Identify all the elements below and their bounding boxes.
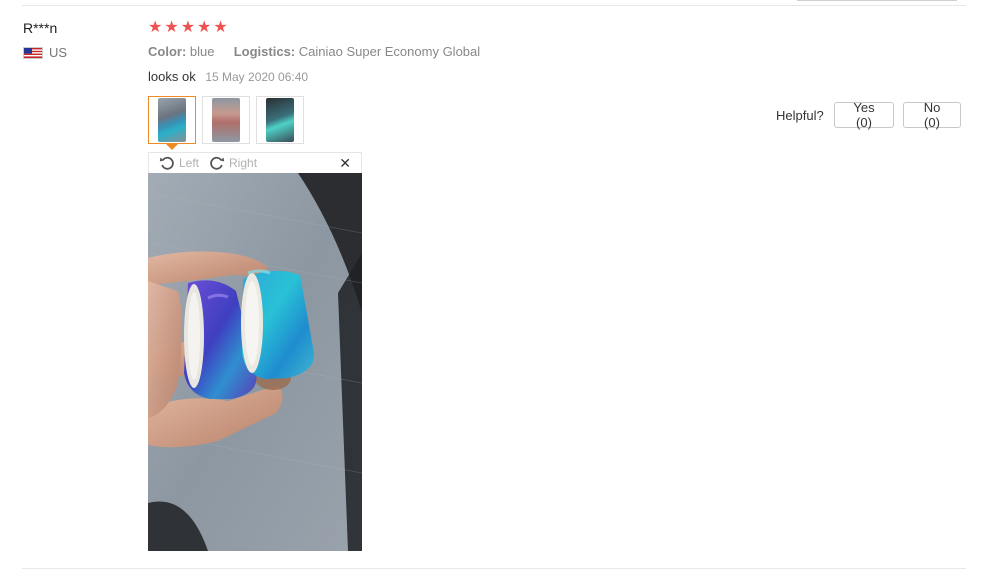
us-flag-icon	[23, 46, 43, 59]
review-date: 15 May 2020 06:40	[205, 70, 309, 84]
rotate-right-button[interactable]: Right	[209, 155, 257, 171]
thumbnail-image	[212, 98, 240, 142]
star-icon: ★	[164, 19, 179, 36]
helpful-no-button[interactable]: No (0)	[903, 100, 961, 130]
close-icon[interactable]: ✕	[339, 156, 351, 170]
reviewer-name: R***n	[23, 20, 58, 36]
star-icon: ★	[180, 19, 196, 36]
thumbnail-image	[266, 98, 294, 142]
thumbnail-2[interactable]	[202, 96, 250, 144]
star-icon: ★	[148, 19, 163, 36]
rotate-left-button[interactable]: Left	[159, 155, 199, 171]
country-code: US	[49, 45, 68, 60]
thumbnail-image	[158, 98, 186, 142]
bottom-divider	[22, 568, 966, 569]
logistics-value: Cainiao Super Economy Global	[298, 44, 481, 59]
color-label: Color:	[148, 44, 187, 59]
review-text: looks ok	[148, 69, 196, 84]
enlarged-photo	[148, 173, 362, 551]
image-viewer-toolbar: Left Right ✕	[148, 152, 362, 173]
star-icon: ★	[197, 19, 212, 36]
selected-thumbnail-caret	[166, 144, 178, 150]
rotate-right-icon	[210, 156, 225, 170]
helpful-yes-button[interactable]: Yes (0)	[834, 100, 894, 130]
color-value: blue	[189, 44, 215, 59]
rotate-right-label: Right	[229, 156, 258, 170]
star-icon: ★	[213, 19, 228, 36]
review-page: R***n US ★ ★ ★ ★ ★ Color: blue Logistics…	[0, 0, 990, 571]
rotate-left-label: Left	[179, 156, 200, 170]
review-content: looks ok 15 May 2020 06:40	[148, 69, 308, 84]
top-tab-edge	[797, 0, 957, 1]
order-meta: Color: blue Logistics: Cainiao Super Eco…	[148, 44, 480, 59]
photo-thumbnails	[148, 96, 304, 144]
helpful-label: Helpful?	[776, 108, 824, 123]
top-divider	[22, 5, 966, 6]
star-rating: ★ ★ ★ ★ ★	[148, 19, 228, 37]
rotate-left-icon	[159, 156, 174, 170]
thumbnail-3[interactable]	[256, 96, 304, 144]
thumbnail-1[interactable]	[148, 96, 196, 144]
logistics-label: Logistics:	[233, 44, 296, 59]
reviewer-country: US	[23, 45, 67, 60]
